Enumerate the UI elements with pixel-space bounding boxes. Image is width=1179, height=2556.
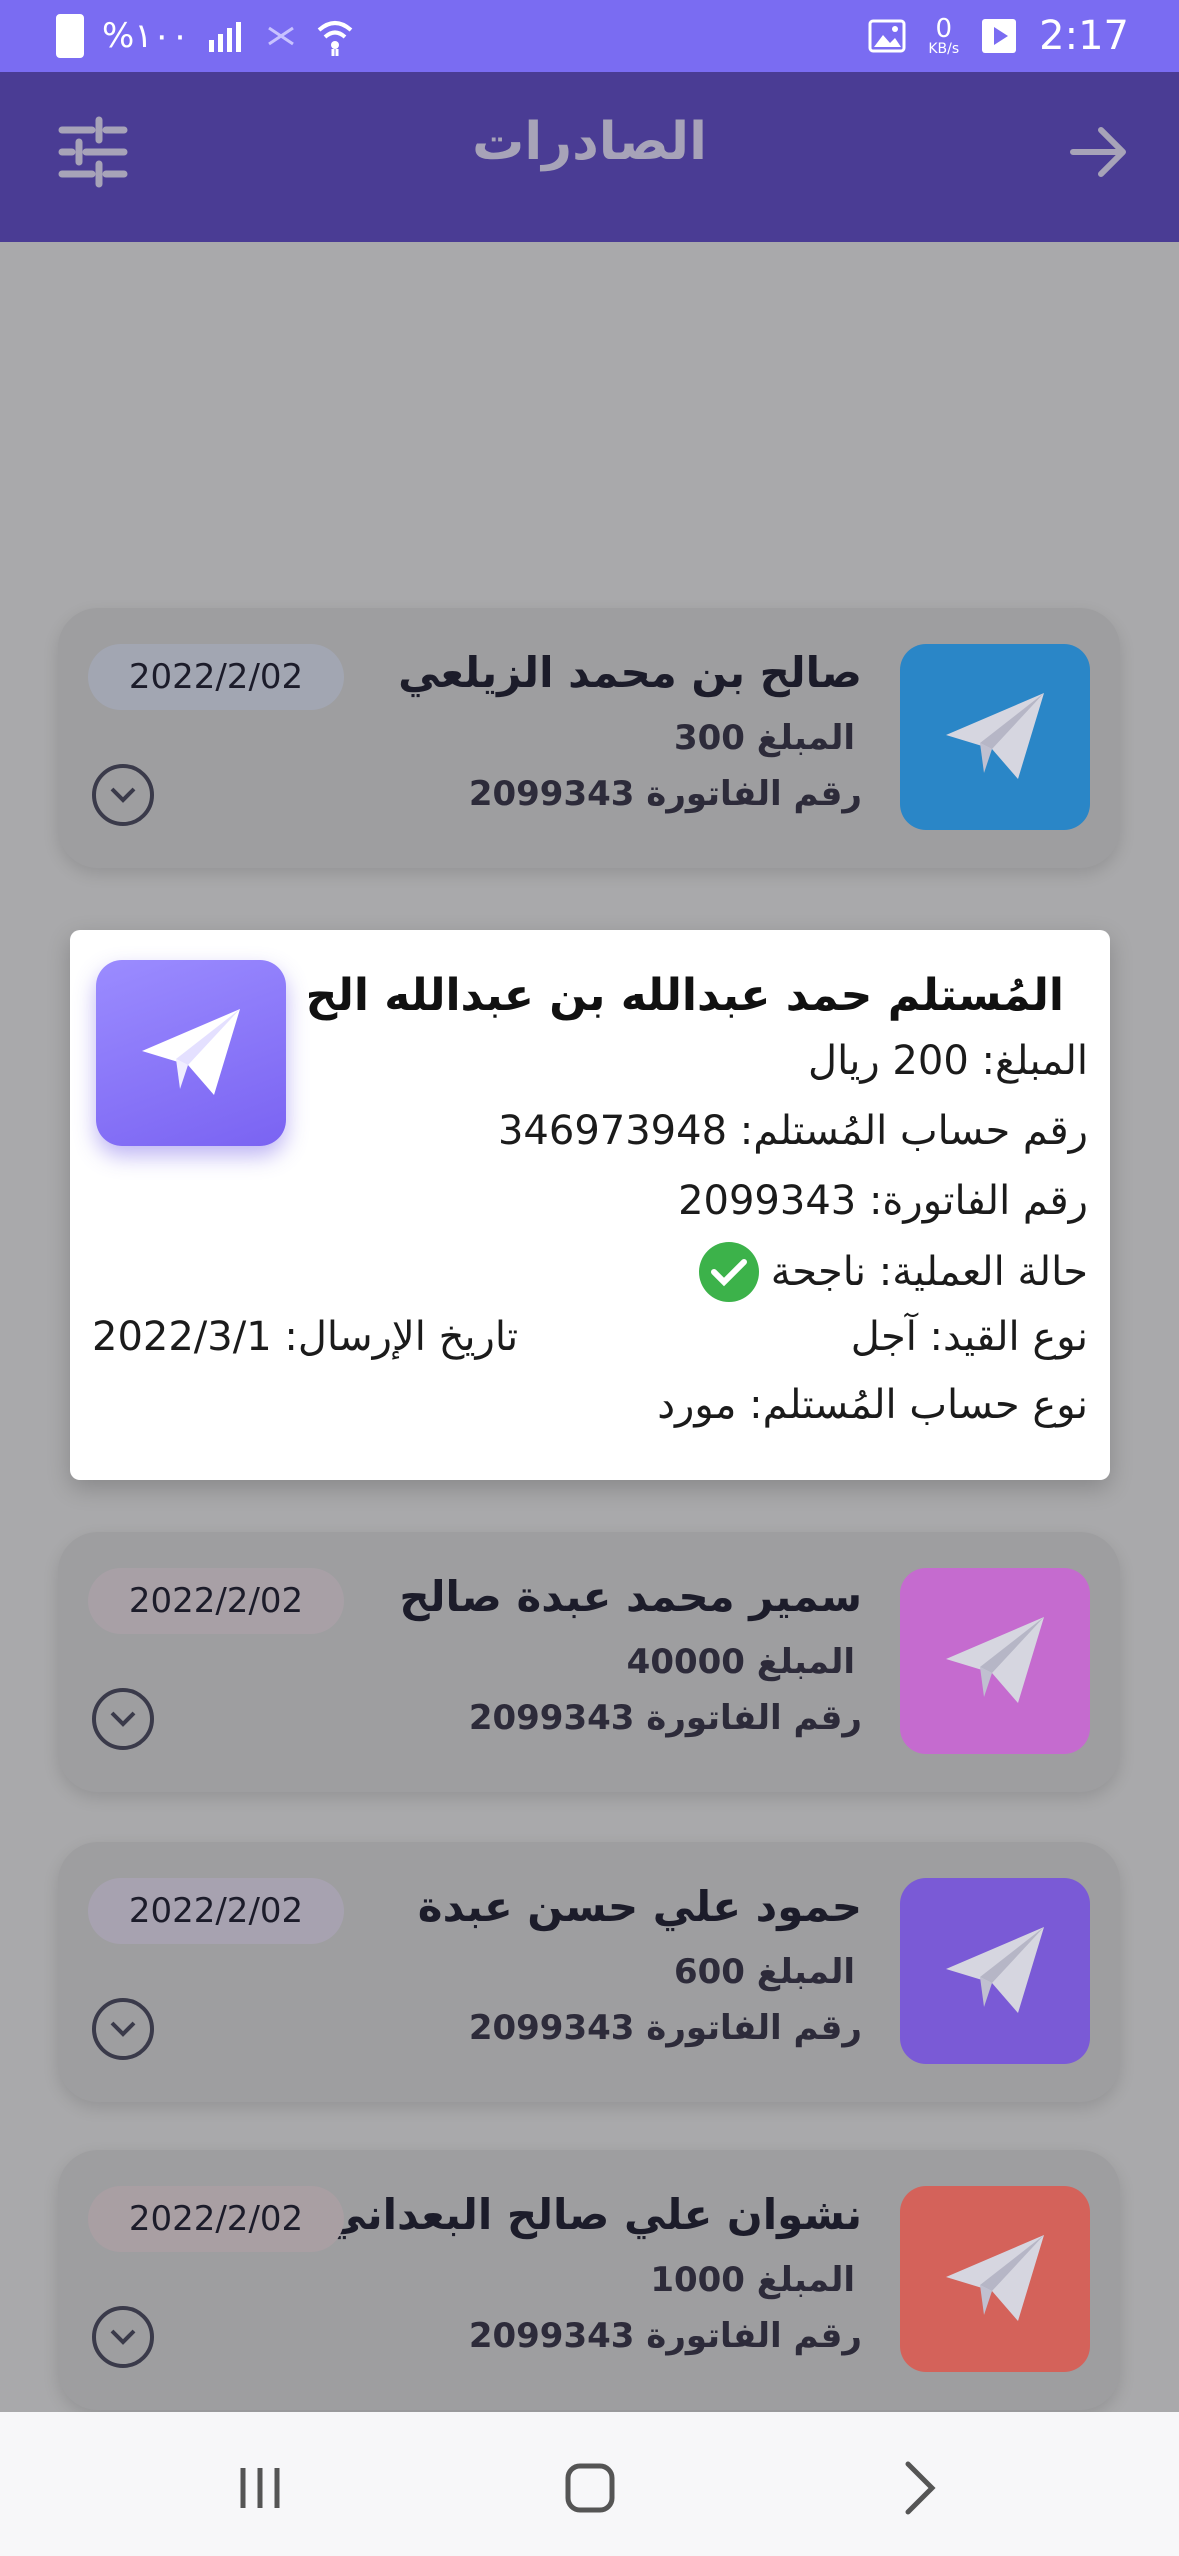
signal-icon <box>209 22 242 52</box>
transaction-detail-dialog[interactable]: المُستلم حمد عبدالله بن عبدالله الح... ا… <box>70 930 1110 1480</box>
expand-chevron-icon[interactable] <box>92 1688 154 1750</box>
account-type-field: نوع حساب المُستلم: مورد <box>657 1382 1088 1428</box>
list-item[interactable]: صالح بن محمد الزيلعي المبلغ 300 رقم الفا… <box>58 608 1120 868</box>
status-row: حالة العملية: ناجحة <box>698 1242 1088 1302</box>
item-amount: المبلغ 40000 <box>626 1642 855 1682</box>
item-amount: المبلغ 1000 <box>650 2260 855 2300</box>
net-speed: 0 KB/s <box>928 16 959 56</box>
item-date: 2022/2/02 <box>88 1878 344 1944</box>
item-amount: المبلغ 300 <box>673 718 855 758</box>
list-item[interactable]: حمود علي حسن عبدة المبلغ 600 رقم الفاتور… <box>58 1842 1120 2102</box>
send-icon <box>900 644 1090 830</box>
net-speed-value: 0 <box>935 14 953 44</box>
item-name: صالح بن محمد الزيلعي <box>398 648 862 697</box>
wifi-icon <box>317 21 353 56</box>
item-invoice: رقم الفاتورة 2099343 <box>468 2008 862 2048</box>
item-invoice: رقم الفاتورة 2099343 <box>468 2316 862 2356</box>
arrow-right-icon[interactable] <box>1059 112 1139 192</box>
entry-type-field: نوع القيد: آجل <box>850 1314 1088 1360</box>
status-right: 0 KB/s 2:17 <box>868 0 1129 72</box>
status-field: حالة العملية: ناجحة <box>770 1249 1088 1295</box>
net-speed-unit: KB/s <box>928 41 960 57</box>
back-chevron-icon[interactable] <box>880 2448 960 2528</box>
send-date-field: تاريخ الإرسال: 2022/3/1 <box>92 1314 519 1360</box>
list-item[interactable]: سمير محمد عبدة صالح المبلغ 40000 رقم الف… <box>58 1532 1120 1792</box>
send-icon <box>900 1568 1090 1754</box>
expand-chevron-icon[interactable] <box>92 2306 154 2368</box>
app-bar: الصادرات <box>0 72 1179 242</box>
list-item[interactable]: نشوان علي صالح البعداني المبلغ 1000 رقم … <box>58 2150 1120 2410</box>
item-invoice: رقم الفاتورة 2099343 <box>468 1698 862 1738</box>
invoice-field: رقم الفاتورة: 2099343 <box>678 1178 1088 1224</box>
system-nav-bar <box>0 2412 1179 2556</box>
battery-icon <box>56 14 84 58</box>
send-icon <box>900 1878 1090 2064</box>
status-left: %١٠٠ <box>56 0 355 72</box>
success-check-icon <box>698 1242 759 1302</box>
send-icon <box>96 960 286 1146</box>
item-date: 2022/2/02 <box>88 1568 344 1634</box>
item-invoice: رقم الفاتورة 2099343 <box>468 774 862 814</box>
expand-chevron-icon[interactable] <box>92 764 154 826</box>
send-icon <box>900 2186 1090 2372</box>
item-name: نشوان علي صالح البعداني <box>324 2190 862 2239</box>
battery-percent: %١٠٠ <box>102 16 190 56</box>
item-name: حمود علي حسن عبدة <box>417 1882 862 1931</box>
expand-chevron-icon[interactable] <box>92 1998 154 2060</box>
recent-apps-icon[interactable] <box>220 2448 300 2528</box>
no-data-icon <box>268 26 294 46</box>
receiver-name: المُستلم حمد عبدالله بن عبدالله الح... <box>304 970 1064 1021</box>
receiver-account-field: رقم حساب المُستلم: 346973948 <box>497 1108 1088 1154</box>
status-bar: %١٠٠ 0 KB/s 2:17 <box>0 0 1179 72</box>
item-name: سمير محمد عبدة صالح <box>399 1572 862 1621</box>
item-date: 2022/2/02 <box>88 644 344 710</box>
media-play-icon <box>982 19 1017 53</box>
item-date: 2022/2/02 <box>88 2186 344 2252</box>
item-amount: المبلغ 600 <box>673 1952 855 1992</box>
image-icon <box>868 19 906 53</box>
page-title: الصادرات <box>472 112 707 172</box>
clock: 2:17 <box>1039 13 1129 59</box>
amount-field: المبلغ: 200 ريال <box>808 1038 1088 1084</box>
home-icon[interactable] <box>550 2448 630 2528</box>
